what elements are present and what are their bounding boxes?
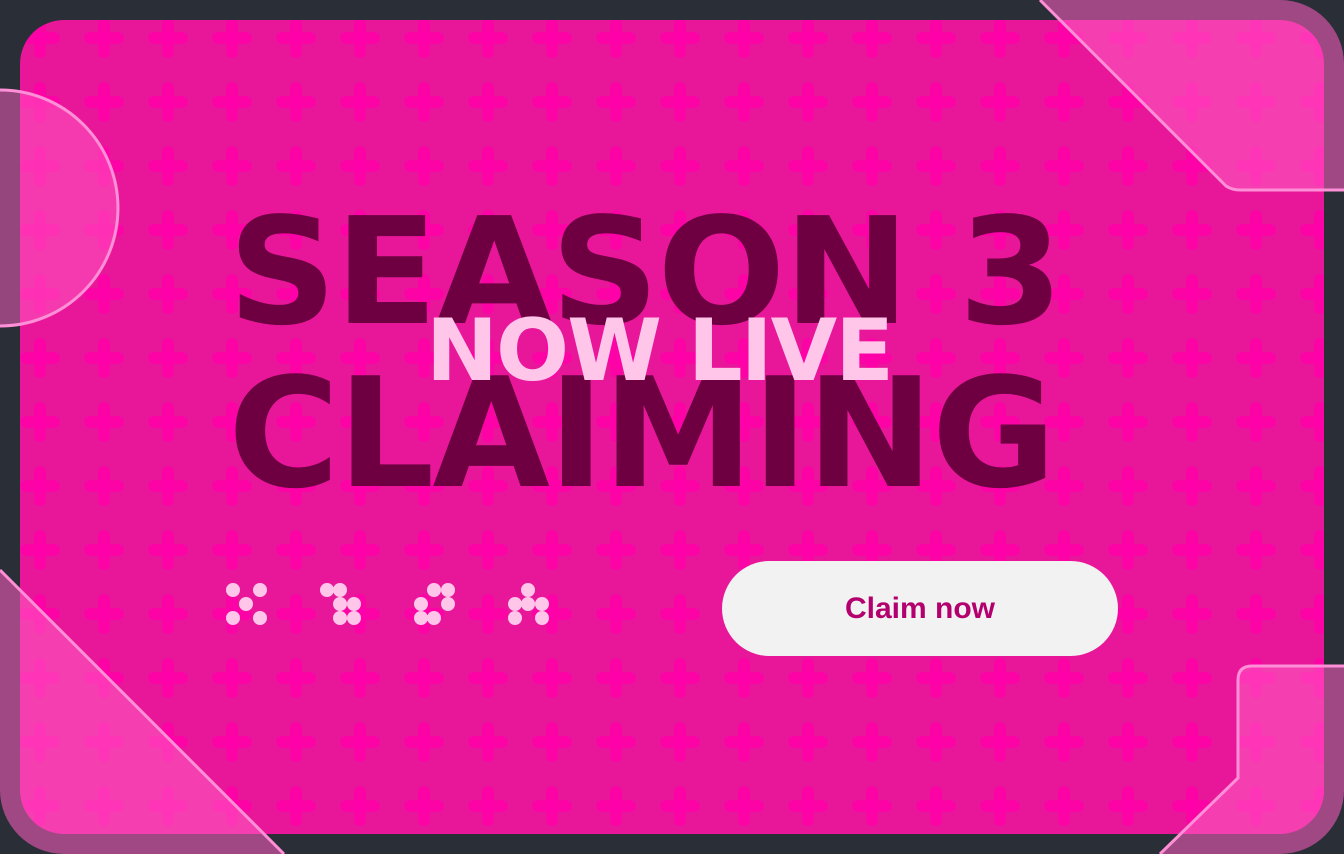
plus-pattern-background (20, 20, 1324, 834)
season-banner-card (20, 20, 1324, 834)
dots-pattern-icon (414, 583, 455, 625)
dots-pattern-icon (320, 583, 361, 625)
claim-now-button[interactable]: Claim now (722, 561, 1118, 656)
dots-icon-row (220, 580, 560, 630)
dots-pattern-icon (508, 583, 549, 625)
banner-frame: SEASON 3 CLAIMING NOW LIVE Claim now (0, 0, 1344, 854)
dots-pattern-icon (226, 583, 267, 625)
